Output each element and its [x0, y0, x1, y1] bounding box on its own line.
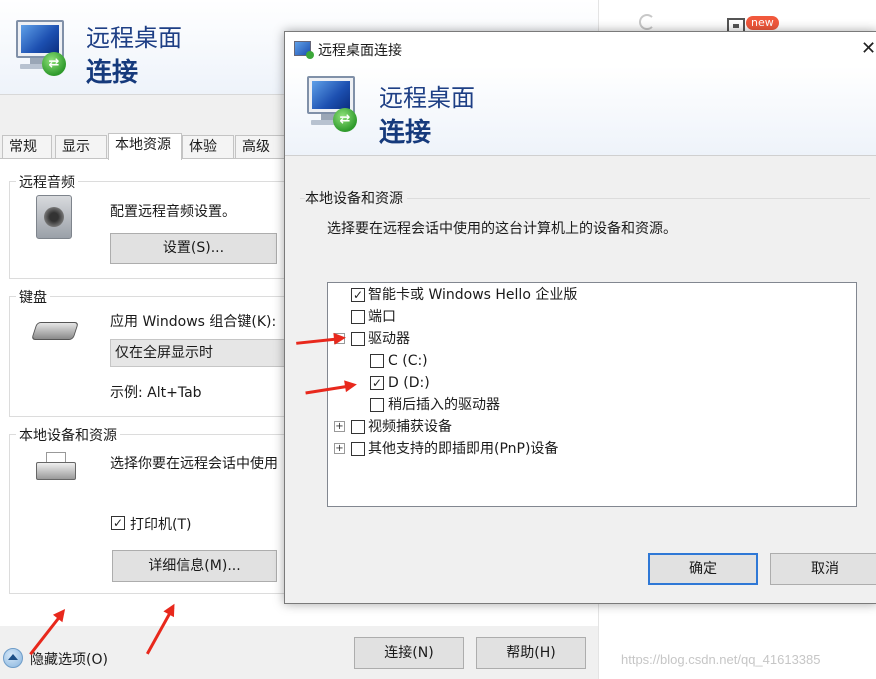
tab-local-resources[interactable]: 本地资源 — [108, 133, 182, 160]
tab-general[interactable]: 常规 — [2, 135, 52, 159]
remote-desktop-icon: ⇄ — [303, 76, 367, 140]
tree-item-smartcard[interactable]: 智能卡或 Windows Hello 企业版 — [368, 286, 577, 304]
checkbox-video-capture[interactable] — [351, 420, 365, 434]
local-devices-title: 本地设备和资源 — [16, 425, 120, 445]
cancel-button[interactable]: 取消 — [770, 553, 876, 585]
tree-item-ports[interactable]: 端口 — [368, 308, 396, 326]
printers-checkbox[interactable]: ✓ — [111, 516, 125, 530]
speaker-icon — [36, 195, 72, 239]
tree-item-later-drives[interactable]: 稍后插入的驱动器 — [388, 396, 500, 414]
checkbox-smartcard[interactable]: ✓ — [351, 288, 365, 302]
checkbox-drives[interactable] — [351, 332, 365, 346]
printers-label: 打印机(T) — [130, 517, 192, 533]
tree-item-drive-d[interactable]: D (D:) — [388, 374, 430, 392]
dialog-header: ⇄ 远程桌面 连接 — [285, 66, 876, 156]
collapse-arrow-icon[interactable] — [3, 648, 23, 668]
local-devices-description: 选择你要在远程会话中使用 — [110, 456, 278, 472]
tab-display[interactable]: 显示 — [55, 135, 107, 159]
tree-item-video-capture[interactable]: 视频捕获设备 — [368, 418, 452, 436]
tab-experience[interactable]: 体验 — [182, 135, 234, 159]
hide-options-link[interactable]: 隐藏选项(O) — [30, 649, 108, 669]
remote-audio-description: 配置远程音频设置。 — [110, 204, 236, 220]
ok-button[interactable]: 确定 — [648, 553, 758, 585]
close-icon[interactable]: ✕ — [861, 38, 876, 59]
audio-settings-button[interactable]: 设置(S)... — [110, 233, 277, 264]
tree-item-drive-c[interactable]: C (C:) — [388, 352, 428, 370]
header-title: 远程桌面 — [86, 24, 182, 52]
remote-desktop-small-icon — [294, 41, 314, 59]
connect-button[interactable]: 连接(N) — [354, 637, 464, 669]
printer-icon — [36, 452, 76, 486]
keyboard-example: 示例: Alt+Tab — [110, 385, 202, 401]
dialog-titlebar: 远程桌面连接 ✕ — [285, 32, 876, 66]
refresh-icon[interactable] — [639, 14, 655, 30]
tab-advanced[interactable]: 高级 — [235, 135, 287, 159]
tree-item-drives[interactable]: 驱动器 — [368, 330, 410, 348]
help-button[interactable]: 帮助(H) — [476, 637, 586, 669]
expander-video-icon[interactable]: + — [334, 421, 345, 432]
windows-key-combo-select[interactable]: 仅在全屏显示时 — [110, 339, 290, 367]
section-title: 本地设备和资源 — [305, 188, 407, 208]
device-tree[interactable]: ✓ 智能卡或 Windows Hello 企业版 端口 − 驱动器 C (C:)… — [327, 282, 857, 507]
dialog-title: 远程桌面连接 — [318, 43, 402, 59]
checkbox-drive-d[interactable]: ✓ — [370, 376, 384, 390]
new-badge: new — [746, 16, 779, 30]
keyboard-title: 键盘 — [16, 287, 50, 307]
watermark: https://blog.csdn.net/qq_41613385 — [621, 652, 821, 667]
checkbox-ports[interactable] — [351, 310, 365, 324]
dialog-header-title: 远程桌面 — [379, 84, 475, 112]
header-subtitle: 连接 — [86, 58, 139, 88]
details-button[interactable]: 详细信息(M)... — [112, 550, 277, 582]
dialog-header-subtitle: 连接 — [379, 118, 432, 148]
dialog-instruction: 选择要在远程会话中使用的这台计算机上的设备和资源。 — [327, 221, 677, 237]
checkbox-drive-c[interactable] — [370, 354, 384, 368]
tree-item-pnp-devices[interactable]: 其他支持的即插即用(PnP)设备 — [368, 440, 558, 458]
expander-pnp-icon[interactable]: + — [334, 443, 345, 454]
keyboard-icon — [31, 322, 79, 340]
remote-audio-title: 远程音频 — [16, 172, 78, 192]
checkbox-pnp-devices[interactable] — [351, 442, 365, 456]
remote-desktop-icon: ⇄ — [12, 20, 76, 84]
local-devices-dialog: 远程桌面连接 ✕ ⇄ 远程桌面 连接 本地设备和资源 选择要在远程会话中使用的这… — [284, 31, 876, 604]
checkbox-later-drives[interactable] — [370, 398, 384, 412]
keyboard-description: 应用 Windows 组合键(K): — [110, 314, 277, 330]
